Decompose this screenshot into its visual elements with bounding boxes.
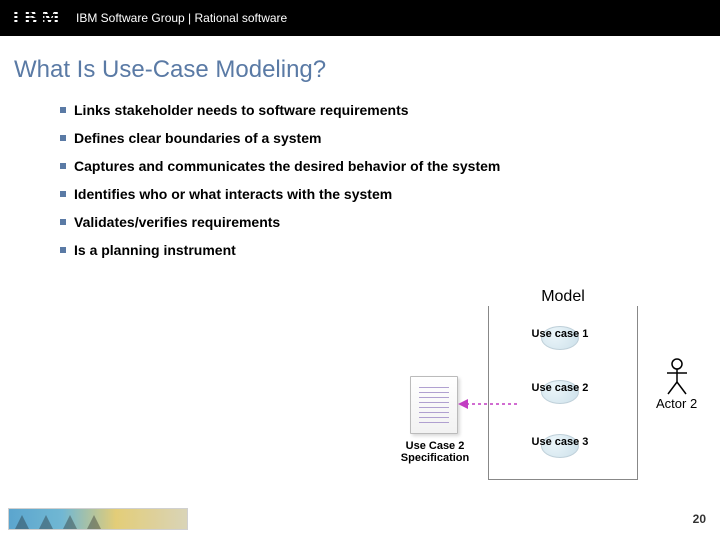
model-diagram: Model Use case 1 Use case 2 Use case 3 A…	[360, 290, 710, 510]
usecase-1-label: Use case 1	[520, 328, 600, 340]
footer-silhouette-icon	[15, 515, 29, 529]
actor-stickfigure-icon	[665, 358, 689, 396]
usecase-2-label: Use case 2	[520, 382, 600, 394]
bullet-item: Links stakeholder needs to software requ…	[60, 102, 720, 118]
footer-silhouette-icon	[63, 515, 77, 529]
page-number: 20	[693, 512, 706, 526]
model-label: Model	[488, 288, 638, 306]
bullet-list: Links stakeholder needs to software requ…	[0, 94, 720, 258]
bullet-item: Validates/verifies requirements	[60, 214, 720, 230]
arrow-icon	[458, 398, 524, 410]
document-icon	[410, 376, 458, 434]
usecase-3-label: Use case 3	[520, 436, 600, 448]
bullet-item: Captures and communicates the desired be…	[60, 158, 720, 174]
bullet-item: Defines clear boundaries of a system	[60, 130, 720, 146]
slide-title: What Is Use-Case Modeling?	[0, 36, 720, 94]
actor-2: Actor 2	[656, 358, 697, 411]
bullet-item: Is a planning instrument	[60, 242, 720, 258]
usecase-1: Use case 1	[520, 326, 600, 362]
ibm-logo-text: IBM	[12, 8, 64, 28]
ibm-logo: IBM	[12, 8, 64, 28]
bullet-item: Identifies who or what interacts with th…	[60, 186, 720, 202]
header-breadcrumb: IBM Software Group | Rational software	[76, 11, 287, 25]
actor-label: Actor 2	[656, 396, 697, 411]
header-bar: IBM IBM Software Group | Rational softwa…	[0, 0, 720, 36]
usecase-2: Use case 2	[520, 380, 600, 416]
footer-silhouette-icon	[87, 515, 101, 529]
usecase-3: Use case 3	[520, 434, 600, 470]
footer-silhouette-icon	[39, 515, 53, 529]
slide-footer: 20	[0, 506, 720, 532]
footer-graphic	[8, 508, 188, 530]
specification-label: Use Case 2 Specification	[380, 440, 490, 464]
